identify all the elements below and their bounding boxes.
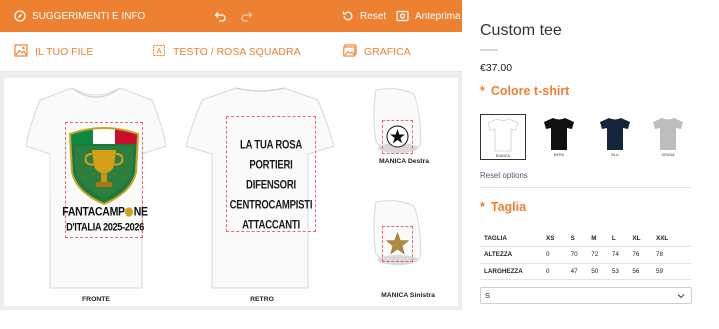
table-header: M [591,230,612,247]
left-sleeve-label: MANICA Sinistra [381,292,435,299]
preview-icon [396,10,409,22]
redo-icon [240,10,253,22]
add-graphic-button[interactable]: GRAFICA [343,32,411,72]
product-panel: Custom tee €37.00 * Colore t-shirt BIANCA… [480,0,719,329]
table-header-row: TAGLIA XS S M L XL XXL [480,230,692,247]
table-header: XS [546,230,571,247]
title-divider [480,49,498,51]
designer-panel: SUGGERIMENTI E INFO Reset Anteprima IL T… [0,0,462,310]
back-view-label: RETRO [250,296,274,303]
front-design-subtitle: D'ITALIA 2025-2026 [66,221,144,233]
redo-button[interactable] [240,0,253,32]
table-cell: 47 [570,263,592,280]
compass-icon [14,10,26,22]
table-cell: 72 [591,246,612,264]
table-row: LARGHEZZA 0 47 50 53 56 59 [480,263,692,280]
roster-line: ATTACCANTI [242,218,300,233]
tshirt-icon [544,118,574,150]
help-button[interactable]: SUGGERIMENTI E INFO [14,0,145,32]
table-header: XXL [656,230,692,247]
color-swatch-black[interactable]: NERA [536,114,582,160]
table-cell: 78 [656,246,692,264]
color-name: BIANCA [496,154,510,158]
reset-label: Reset [360,10,387,22]
color-name: GRIGIA [661,153,675,157]
product-price: €37.00 [480,62,513,74]
tshirt-icon [653,118,683,150]
table-cell: 59 [656,263,692,280]
size-heading: * Taglia [480,200,526,214]
table-cell: 0 [546,263,571,280]
designer-topbar: SUGGERIMENTI E INFO Reset Anteprima [0,0,462,32]
table-cell: 56 [632,263,656,280]
table-cell: 53 [611,263,633,280]
right-sleeve-label: MANICA Destra [379,158,429,165]
table-row-label: ALTEZZA [480,246,546,264]
front-view-label: FRONTE [82,296,110,303]
table-cell: 70 [570,246,592,264]
tshirt-icon [487,118,519,152]
table-header: S [570,230,592,247]
add-text-button[interactable]: A TESTO / ROSA SQUADRA [152,32,301,72]
table-cell: 50 [591,263,612,280]
table-header: TAGLIA [480,230,546,247]
table-cell: 0 [546,246,571,264]
ball-o-icon [125,207,134,217]
reset-icon [342,10,354,22]
color-name: NERA [553,153,565,157]
designer-page: SUGGERIMENTI E INFO Reset Anteprima IL T… [0,0,719,329]
table-row: ALTEZZA 0 70 72 74 76 78 [480,246,692,264]
roster-line: CENTROCAMPISTI [229,198,313,213]
front-design-title: FANTACAMP NE [57,205,153,219]
roster-line: LA TUA ROSA [239,138,302,153]
text-tool-icon: A [152,44,166,60]
undo-button[interactable] [214,0,227,32]
product-title: Custom tee [480,22,562,39]
color-swatch-white[interactable]: BIANCA [480,114,526,160]
required-icon: * [480,84,485,98]
size-heading-label: Taglia [490,200,527,214]
table-cell: 74 [611,246,633,264]
size-select-value: S [485,291,491,300]
color-swatch-blue[interactable]: BLU [592,114,638,160]
front-title-part1: FANTACAMP [62,205,125,219]
required-icon: * [480,200,485,214]
color-name: BLU [611,153,619,157]
reset-options-link[interactable]: Reset options [480,171,528,180]
size-chart-table: TAGLIA XS S M L XL XXL ALTEZZA 0 70 72 7… [480,230,692,280]
table-header: L [611,230,633,247]
preview-label: Anteprima [415,10,461,22]
champions-ball-icon[interactable] [386,125,409,148]
table-cell: 76 [632,246,656,264]
section-divider [480,187,692,188]
reset-button[interactable]: Reset [342,0,386,32]
color-swatch-grey[interactable]: GRIGIA [645,114,691,160]
team-roster-text[interactable]: LA TUA ROSA PORTIERI DIFENSORI CENTROCAM… [226,136,316,236]
graphic-gallery-icon [343,44,357,60]
design-canvas: FANTACAMP NE D'ITALIA 2025-2026 FRONTE LA… [4,78,458,306]
upload-file-label: IL TUO FILE [35,46,94,58]
add-text-label: TESTO / ROSA SQUADRA [173,46,301,58]
image-upload-icon [14,44,28,60]
upload-file-button[interactable]: IL TUO FILE [14,32,93,72]
chevron-down-icon [677,294,685,299]
roster-line: DIFENSORI [246,178,296,193]
table-row-label: LARGHEZZA [480,263,546,280]
help-label: SUGGERIMENTI E INFO [32,10,146,22]
design-toolbar: IL TUO FILE A TESTO / ROSA SQUADRA GRAFI… [0,32,462,72]
size-select[interactable]: S [480,287,692,304]
front-title-part2: NE [133,205,148,219]
add-graphic-label: GRAFICA [364,46,411,58]
svg-text:A: A [156,47,162,56]
color-heading-label: Colore t-shirt [490,84,570,98]
tshirt-icon [600,118,630,150]
color-heading: * Colore t-shirt [480,84,569,98]
undo-icon [214,10,227,22]
roster-line: PORTIERI [249,158,293,173]
table-header: XL [632,230,656,247]
gold-star-icon[interactable] [386,232,409,255]
preview-button[interactable]: Anteprima [396,0,461,32]
trophy-shield-logo[interactable] [66,126,142,206]
